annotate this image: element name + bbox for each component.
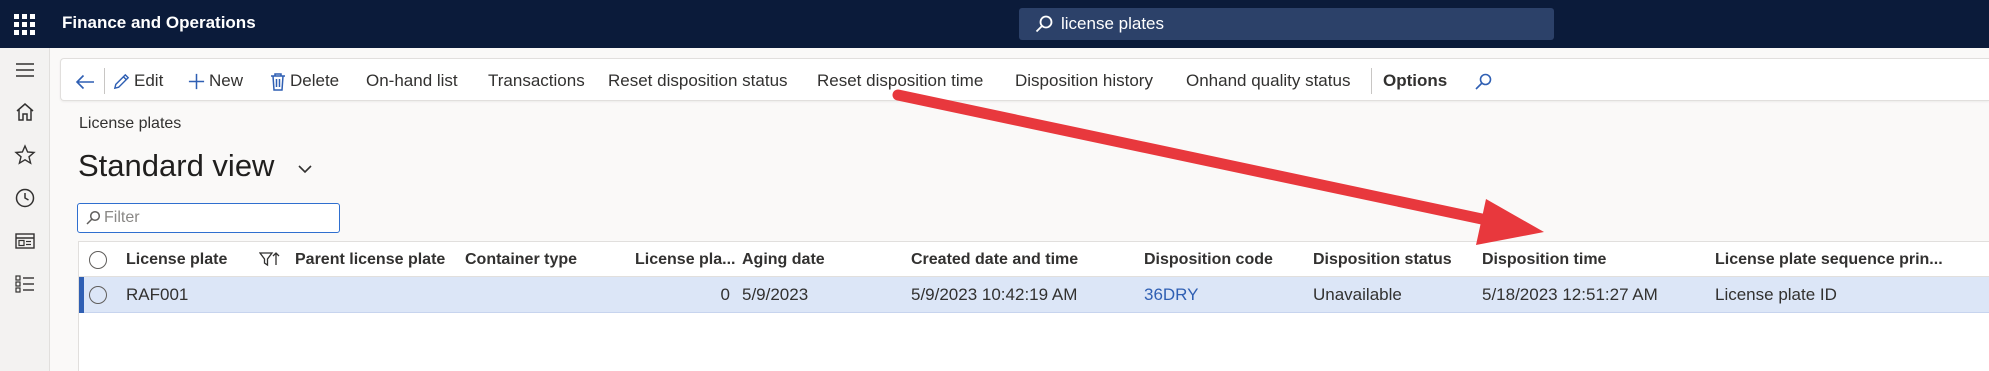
top-bar: Finance and Operations license plates [0, 0, 1989, 48]
action-separator [1371, 68, 1372, 94]
column-header-parent-license-plate[interactable]: Parent license plate [295, 242, 445, 278]
column-header-created-date-time[interactable]: Created date and time [911, 242, 1078, 278]
action-separator [104, 68, 105, 94]
trash-icon [271, 72, 285, 91]
search-icon [1035, 15, 1053, 33]
global-search-box[interactable]: license plates [1019, 8, 1554, 40]
search-icon [1475, 73, 1492, 90]
onhand-quality-status-button[interactable]: Onhand quality status [1186, 59, 1350, 102]
new-button[interactable]: New [187, 59, 243, 102]
chevron-down-icon[interactable] [296, 160, 314, 178]
delete-button[interactable]: Delete [269, 59, 339, 102]
global-search-value[interactable]: license plates [1061, 14, 1164, 34]
cell-disposition-time[interactable]: 5/18/2023 12:51:27 AM [1482, 277, 1658, 313]
view-title[interactable]: Standard view [78, 148, 274, 184]
column-header-sequence-print[interactable]: License plate sequence prin... [1715, 242, 1943, 278]
disposition-history-button[interactable]: Disposition history [1015, 59, 1153, 102]
app-title[interactable]: Finance and Operations [62, 13, 256, 33]
cell-disposition-status[interactable]: Unavailable [1313, 277, 1402, 313]
cell-license-plate[interactable]: RAF001 [126, 277, 188, 313]
table-row[interactable]: RAF001 0 5/9/2023 5/9/2023 10:42:19 AM 3… [79, 277, 1989, 313]
workspaces-icon[interactable] [13, 229, 37, 253]
row-select-radio[interactable] [89, 286, 107, 304]
row-selection-indicator [79, 277, 84, 313]
onhand-list-button[interactable]: On-hand list [366, 59, 458, 102]
reset-disposition-time-button[interactable]: Reset disposition time [817, 59, 983, 102]
column-header-container-type[interactable]: Container type [465, 242, 577, 278]
reset-disposition-status-button[interactable]: Reset disposition status [608, 59, 788, 102]
edit-button-label: Edit [134, 71, 164, 90]
action-pane: Edit New Delete On-hand list Transaction… [60, 58, 1989, 101]
new-button-label: New [209, 71, 244, 90]
select-all-radio[interactable] [89, 251, 107, 269]
cell-aging-date[interactable]: 5/9/2023 [742, 277, 808, 313]
recent-clock-icon[interactable] [13, 186, 37, 210]
search-icon [86, 210, 101, 225]
column-header-license-plate[interactable]: License plate [126, 242, 227, 278]
edit-button[interactable]: Edit [112, 59, 163, 102]
navigation-rail [0, 48, 50, 371]
options-tab[interactable]: Options [1383, 59, 1447, 102]
cell-sequence-print[interactable]: License plate ID [1715, 277, 1837, 313]
action-search-button[interactable] [1473, 59, 1496, 102]
modules-list-icon[interactable] [13, 272, 37, 296]
favorites-star-icon[interactable] [13, 143, 37, 167]
filter-field[interactable] [77, 203, 340, 233]
breadcrumb: License plates [79, 115, 182, 132]
home-icon[interactable] [13, 100, 37, 124]
waffle-icon[interactable] [14, 14, 35, 35]
license-plates-grid: License plate Parent license plate Conta… [78, 241, 1989, 371]
grid-header: License plate Parent license plate Conta… [79, 241, 1989, 277]
plus-icon [188, 73, 205, 90]
delete-button-label: Delete [290, 71, 340, 90]
back-arrow-icon [75, 74, 94, 89]
hamburger-menu-icon[interactable] [13, 58, 37, 82]
back-button[interactable] [74, 59, 99, 102]
column-header-license-plate-level[interactable]: License pla... [635, 242, 735, 278]
column-header-aging-date[interactable]: Aging date [742, 242, 825, 278]
transactions-button[interactable]: Transactions [488, 59, 585, 102]
column-header-disposition-time[interactable]: Disposition time [1482, 242, 1606, 278]
column-header-disposition-status[interactable]: Disposition status [1313, 242, 1452, 278]
cell-disposition-code-link[interactable]: 36DRY [1144, 277, 1199, 313]
column-header-disposition-code[interactable]: Disposition code [1144, 242, 1273, 278]
filter-input[interactable] [104, 207, 329, 229]
pencil-icon [113, 73, 130, 90]
cell-license-plate-level[interactable]: 0 [635, 277, 730, 313]
cell-created-date-time[interactable]: 5/9/2023 10:42:19 AM [911, 277, 1077, 313]
filter-sort-icon[interactable] [259, 250, 281, 270]
